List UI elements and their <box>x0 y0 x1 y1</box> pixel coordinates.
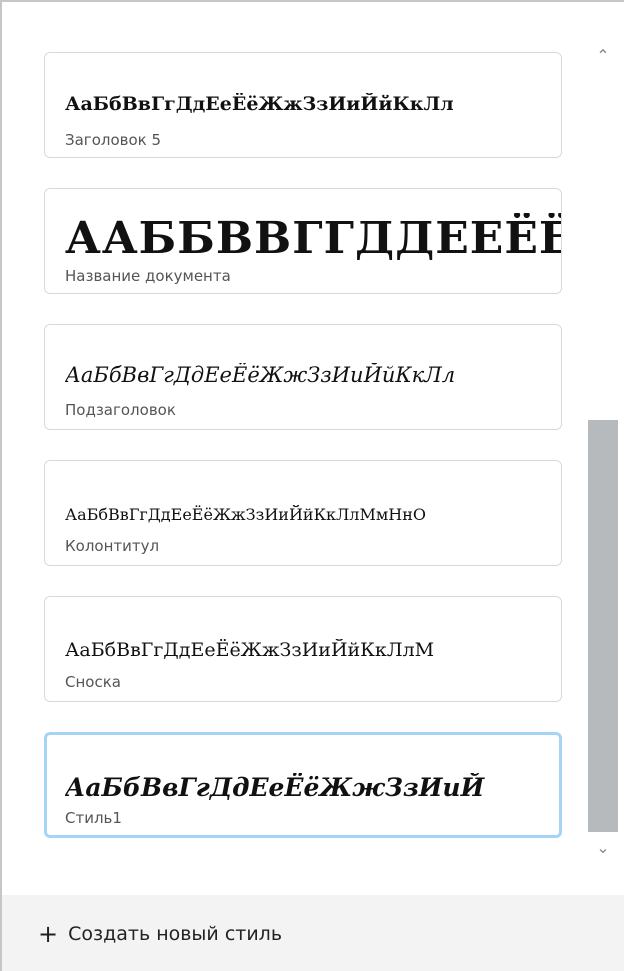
scroll-track[interactable] <box>588 70 618 834</box>
style-name: Сноска <box>65 673 121 691</box>
styles-list: АаБбВвГгДдЕеЁёЖжЗзИиЙйКкЛл Заголовок 5 А… <box>2 2 584 892</box>
chevron-down-icon[interactable]: ⌄ <box>586 834 620 862</box>
style-name: Стиль1 <box>65 809 122 827</box>
styles-panel: АаБбВвГгДдЕеЁёЖжЗзИиЙйКкЛл Заголовок 5 А… <box>0 0 624 971</box>
style-sample: АаБбВвГгДдЕеЁёЖжЗзИиЙйКкЛлМмНнО <box>65 505 427 524</box>
style-sample: АаБбВвГгДдЕеЁёЖжЗзИиЙйКкЛл <box>65 93 454 115</box>
style-card-style1[interactable]: АаБбВвГгДдЕеЁёЖжЗзИиЙ Стиль1 <box>44 732 562 838</box>
style-name: Название документа <box>65 267 231 285</box>
vertical-scrollbar[interactable]: ⌃ ⌄ <box>586 42 620 862</box>
style-name: Подзаголовок <box>65 401 176 419</box>
chevron-up-icon[interactable]: ⌃ <box>586 42 620 70</box>
style-sample: АаБбВвГгДдЕеЁёЖжЗзИиЙйКкЛлМ <box>65 639 435 661</box>
style-sample: АаБбВвГгДдЕеЁёЖжЗзИиЙйКкЛл <box>65 363 456 387</box>
panel-footer: + Создать новый стиль <box>2 895 624 971</box>
create-new-style-label: Создать новый стиль <box>68 923 283 945</box>
style-card-heading-5[interactable]: АаБбВвГгДдЕеЁёЖжЗзИиЙйКкЛл Заголовок 5 <box>44 52 562 158</box>
style-name: Заголовок 5 <box>65 131 162 149</box>
style-card-subtitle[interactable]: АаБбВвГгДдЕеЁёЖжЗзИиЙйКкЛл Подзаголовок <box>44 324 562 430</box>
plus-icon: + <box>38 920 59 948</box>
style-sample: АаБбВвГгДдЕеЁёЖжЗзИиЙ <box>65 773 485 802</box>
style-name: Колонтитул <box>65 537 160 555</box>
scroll-thumb[interactable] <box>588 420 618 832</box>
style-card-header-footer[interactable]: АаБбВвГгДдЕеЁёЖжЗзИиЙйКкЛлМмНнО Колонтит… <box>44 460 562 566</box>
style-card-document-title[interactable]: ААББВВГГДДЕЕЁЁ Название документа <box>44 188 562 294</box>
create-new-style-button[interactable]: + Создать новый стиль <box>38 917 282 951</box>
style-card-footnote[interactable]: АаБбВвГгДдЕеЁёЖжЗзИиЙйКкЛлМ Сноска <box>44 596 562 702</box>
style-sample: ААББВВГГДДЕЕЁЁ <box>65 213 561 264</box>
